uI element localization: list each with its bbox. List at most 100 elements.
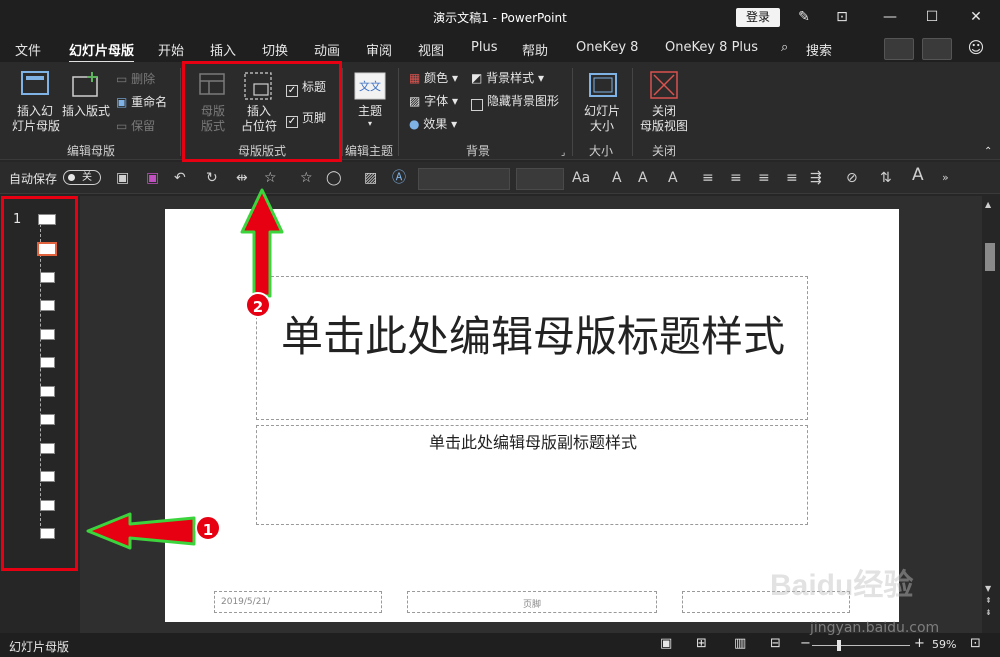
hide-background-graphics-checkbox[interactable]: ✓ 隐藏背景图形 [471, 93, 559, 111]
svg-text:文文: 文文 [359, 79, 381, 93]
preserve-button[interactable]: ▭ 保留 [116, 118, 155, 134]
close-master-view-icon [650, 71, 678, 99]
minimize-icon[interactable]: — [878, 7, 902, 27]
shape-fill-icon[interactable]: ⊘ [846, 170, 858, 186]
font-size-select[interactable] [516, 168, 564, 190]
effects-button[interactable]: ● 效果 ▾ [409, 116, 457, 132]
more-icon[interactable]: » [942, 170, 949, 186]
fit-slide-icon[interactable]: ⊡ [970, 636, 981, 651]
close-icon[interactable]: ✕ [964, 7, 988, 27]
zoom-slider[interactable] [812, 645, 910, 646]
share-button[interactable] [884, 38, 914, 60]
tab-review[interactable]: 审阅 [366, 40, 392, 59]
scroll-up-icon[interactable]: ▲ [985, 200, 991, 209]
next-slide-icon[interactable]: ⇟ [985, 608, 992, 617]
ribbon-display-icon[interactable]: ⊡ [830, 7, 854, 27]
tab-slide-master[interactable]: 幻灯片母版 [69, 40, 135, 64]
fonts-label: 字体 [424, 94, 449, 108]
group-label-background: 背景 [466, 144, 491, 158]
preserve-icon: ▭ [116, 119, 132, 133]
zoom-in-icon[interactable]: + [914, 636, 925, 651]
font-family-select[interactable] [418, 168, 510, 190]
align-icon[interactable]: ⇹ [236, 170, 248, 186]
tab-help[interactable]: 帮助 [522, 40, 548, 59]
footer-placeholder[interactable]: 页脚 [407, 591, 657, 613]
effects-label: 效果 [423, 117, 448, 131]
colors-label: 颜色 [424, 71, 449, 85]
login-button[interactable]: 登录 [736, 8, 780, 27]
tab-file[interactable]: 文件 [15, 40, 41, 59]
arrow-left-annotation [86, 512, 196, 550]
picture-icon[interactable]: ▨ [364, 170, 377, 186]
sorter-view-icon[interactable]: ⊞ [696, 636, 707, 651]
prev-slide-icon[interactable]: ⇞ [985, 596, 992, 605]
line-spacing-icon[interactable]: ⇅ [880, 170, 892, 186]
slide-size-button[interactable]: 幻灯片 大小 [580, 104, 624, 134]
star-outline-icon[interactable]: ☆ [300, 170, 313, 186]
group-label-edit-theme: 编辑主题 [345, 144, 394, 158]
fonts-button[interactable]: ▨ 字体 ▾ [409, 93, 458, 109]
insert-slide-master-button[interactable]: 插入幻 灯片母版 [12, 104, 60, 134]
close-master-view-button[interactable]: 关闭 母版视图 [638, 104, 690, 134]
star-icon[interactable]: ☆ [264, 170, 277, 186]
background-styles-button[interactable]: ◩ 背景样式 ▾ [471, 70, 544, 86]
normal-view-icon[interactable]: ▣ [660, 636, 672, 651]
rename-button[interactable]: ▣ 重命名 [116, 94, 167, 110]
dialog-launcher-icon[interactable]: ⌟ [561, 145, 565, 161]
tab-onekey8[interactable]: OneKey 8 [576, 40, 638, 55]
tab-transitions[interactable]: 切换 [262, 40, 288, 59]
align-left-icon[interactable]: ≡ [702, 170, 714, 186]
colors-button[interactable]: ▦ 颜色 ▾ [409, 70, 458, 86]
search-label[interactable]: 搜索 [806, 40, 832, 59]
reading-view-icon[interactable]: ▥ [734, 636, 746, 651]
align-right-icon[interactable]: ≡ [758, 170, 770, 186]
change-case-icon[interactable]: Aa [572, 170, 590, 186]
slideshow-icon[interactable]: ⊟ [770, 636, 781, 651]
save-icon[interactable]: ▣ [116, 170, 129, 186]
date-placeholder[interactable]: 2019/5/21/ [214, 591, 382, 613]
pen-icon[interactable]: ✎ [792, 7, 816, 27]
shape-icon[interactable]: ◯ [326, 170, 342, 186]
font-color-icon[interactable]: A [668, 170, 678, 186]
textbox-icon[interactable]: Ⓐ [392, 170, 406, 186]
text-direction-icon[interactable]: ⇶ [810, 170, 822, 186]
zoom-level[interactable]: 59% [932, 638, 956, 651]
menu-bar: 文件 幻灯片母版 开始 插入 切换 动画 审阅 视图 Plus 帮助 OneKe… [0, 34, 1000, 64]
annotation-badge-2: 2 [245, 292, 271, 318]
tab-home[interactable]: 开始 [158, 40, 184, 59]
preserve-label: 保留 [131, 119, 156, 133]
group-label-close: 关闭 [652, 144, 677, 158]
tab-insert[interactable]: 插入 [210, 40, 236, 59]
redo-icon[interactable]: ↻ [206, 170, 218, 186]
tab-animations[interactable]: 动画 [314, 40, 340, 59]
subtitle-placeholder[interactable]: 单击此处编辑母版副标题样式 [256, 425, 808, 525]
feedback-smiley-icon[interactable]: ☺ [964, 38, 988, 58]
title-placeholder[interactable]: 单击此处编辑母版标题样式 [256, 276, 808, 420]
justify-icon[interactable]: ≡ [786, 170, 798, 186]
maximize-icon[interactable]: ☐ [920, 7, 944, 27]
zoom-slider-handle[interactable] [837, 640, 841, 651]
search-icon[interactable]: ⌕ [781, 40, 788, 55]
save-as-icon[interactable]: ▣ [146, 170, 159, 186]
scroll-down-icon[interactable]: ▼ [985, 584, 991, 593]
ribbon-separator [632, 68, 633, 156]
comments-button[interactable] [922, 38, 952, 60]
text-icon[interactable]: A [912, 167, 924, 184]
insert-layout-button[interactable]: 插入版式 [61, 104, 111, 119]
tab-view[interactable]: 视图 [418, 40, 444, 59]
align-center-icon[interactable]: ≡ [730, 170, 742, 186]
collapse-ribbon-icon[interactable]: ⌃ [984, 144, 992, 160]
autosave-toggle[interactable]: 关 [63, 170, 101, 185]
tab-onekey8-plus[interactable]: OneKey 8 Plus [665, 40, 758, 55]
zoom-out-icon[interactable]: − [800, 636, 811, 651]
decrease-font-icon[interactable]: A [638, 170, 648, 186]
tab-plus[interactable]: Plus [471, 40, 497, 55]
subtitle-placeholder-text: 单击此处编辑母版副标题样式 [428, 433, 637, 452]
increase-font-icon[interactable]: A [612, 170, 622, 186]
themes-button[interactable]: 主题 ▾ [350, 104, 390, 129]
scroll-thumb[interactable] [985, 243, 995, 271]
undo-icon[interactable]: ↶ [174, 170, 186, 186]
delete-button[interactable]: ▭ 删除 [116, 71, 155, 87]
delete-icon: ▭ [116, 72, 132, 86]
ribbon-separator [572, 68, 573, 156]
